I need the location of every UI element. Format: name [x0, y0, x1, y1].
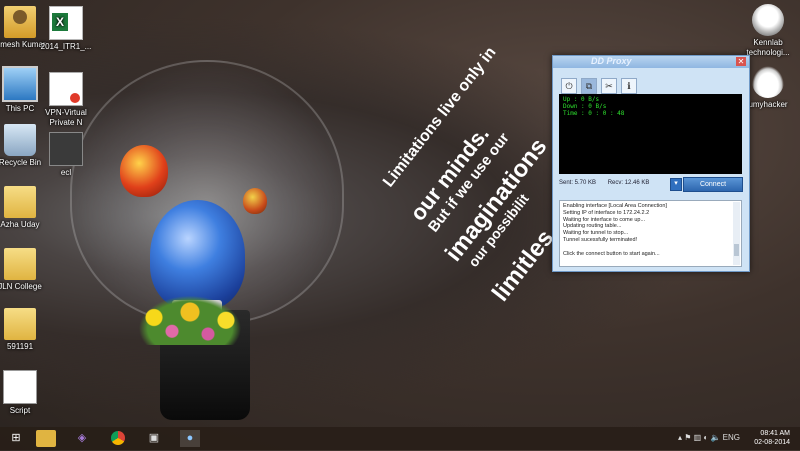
sent-bytes: Sent: 5.70 KB — [559, 180, 597, 186]
desktop-icon-591191[interactable]: 591191 — [0, 308, 50, 352]
desktop-icon-vpn-shortcut[interactable]: VPN-Virtual Private N — [36, 72, 96, 128]
received-bytes: Recv: 12.46 KB — [607, 180, 650, 186]
desktop-icon-label: Script — [9, 406, 31, 415]
log-line: Click the connect button to start again.… — [563, 250, 660, 257]
desktop-icon-itr-file[interactable]: 2014_ITR1_... — [36, 6, 96, 52]
upload-rate: Up : 0 B/s — [563, 96, 600, 103]
tools-icon[interactable]: ✂ — [601, 78, 617, 94]
window-titlebar[interactable]: DD Proxy ✕ — [553, 56, 749, 68]
flowers-artwork — [130, 290, 250, 345]
document-icon — [3, 370, 37, 404]
network-icon[interactable]: ⧉ — [581, 78, 597, 94]
traffic-console: Up : 0 B/s Down : 0 B/s Time : 0 : 0 : 4… — [559, 94, 742, 174]
connect-button[interactable]: Connect — [683, 177, 743, 192]
recycle-bin-icon — [4, 124, 36, 156]
window-title: DD Proxy — [591, 56, 632, 66]
hat-icon — [752, 66, 784, 98]
chrome-icon[interactable] — [108, 430, 128, 447]
window-toolbar: ⏻ ⧉ ✂ ℹ — [561, 76, 641, 94]
language-indicator[interactable]: ENG — [723, 433, 740, 442]
vpn-client-window[interactable]: DD Proxy ✕ ⏻ ⧉ ✂ ℹ Up : 0 B/s Down : 0 B/s … — [552, 55, 750, 272]
windows-start-icon[interactable]: ⊞ — [6, 430, 26, 447]
file-explorer-icon[interactable] — [36, 430, 56, 447]
vpn-shortcut-icon — [49, 72, 83, 106]
info-icon[interactable]: ℹ — [621, 78, 637, 94]
desktop-icon-label: VPN-Virtual Private N — [45, 108, 87, 127]
executable-icon — [49, 132, 83, 166]
desktop-icon-ecl[interactable]: ecl — [36, 132, 96, 178]
download-rate: Down : 0 B/s — [563, 103, 607, 110]
vpn-app-icon[interactable]: ● — [180, 430, 200, 447]
close-icon[interactable]: ✕ — [736, 57, 746, 66]
folder-icon — [4, 248, 36, 280]
computer-icon — [2, 66, 38, 102]
user-folder-icon — [4, 6, 36, 38]
desktop-icon-label: 2014_ITR1_... — [40, 42, 92, 51]
clock-time: 08:41 AM — [760, 430, 790, 437]
folder-icon — [4, 308, 36, 340]
desktop-icon-kennlab[interactable]: Kennlab technologi... — [738, 4, 798, 58]
session-time: Time : 0 : 0 : 48 — [563, 110, 625, 117]
desktop-icon-azha-uday[interactable]: Azha Uday — [0, 186, 50, 230]
system-tray-icons[interactable]: ▴ ⚑ ▥ ◐ 🔈 ENG — [678, 433, 740, 442]
clock-date: 02-08-2014 — [754, 439, 790, 446]
log-panel[interactable]: Enabling interface [Local Area Connectio… — [559, 200, 742, 267]
log-line: Tunnel sucessfully terminated! — [563, 236, 638, 243]
desktop-icon-label: 591191 — [6, 342, 34, 351]
robot-icon — [752, 4, 784, 36]
power-icon[interactable]: ⏻ — [561, 78, 577, 94]
desktop-icon-jln-college[interactable]: JLN College — [0, 248, 50, 292]
desktop-icon-label: Azha Uday — [0, 220, 40, 229]
folder-icon — [4, 186, 36, 218]
options-dropdown-button[interactable]: ▾ — [670, 178, 682, 191]
taskbar-clock[interactable]: 08:41 AM 02-08-2014 — [754, 429, 790, 447]
desktop-icon-script[interactable]: Script — [0, 370, 50, 416]
log-line: Setting IP of interface to 172.24.2.2 — [563, 209, 650, 216]
log-line: Updating routing table... — [563, 223, 622, 230]
hot-air-balloon-large — [120, 145, 168, 197]
excel-icon — [49, 6, 83, 40]
log-line: Waiting for tunnel to stop... — [563, 230, 629, 237]
visual-studio-icon[interactable]: ◈ — [72, 430, 92, 447]
log-line: Waiting for interface to come up... — [563, 216, 646, 223]
desktop-icon-label: JLN College — [0, 282, 42, 291]
desktop-icon-label: ecl — [60, 168, 72, 177]
remote-desktop-icon[interactable]: ▣ — [144, 430, 164, 447]
log-scrollbar[interactable] — [733, 202, 740, 265]
hot-air-balloon-small — [243, 188, 267, 214]
log-line: Enabling interface [Local Area Connectio… — [563, 203, 667, 209]
taskbar: ⊞ ◈ ▣ ● ▴ ⚑ ▥ ◐ 🔈 ENG 08:41 AM 02-08-201… — [0, 427, 800, 450]
